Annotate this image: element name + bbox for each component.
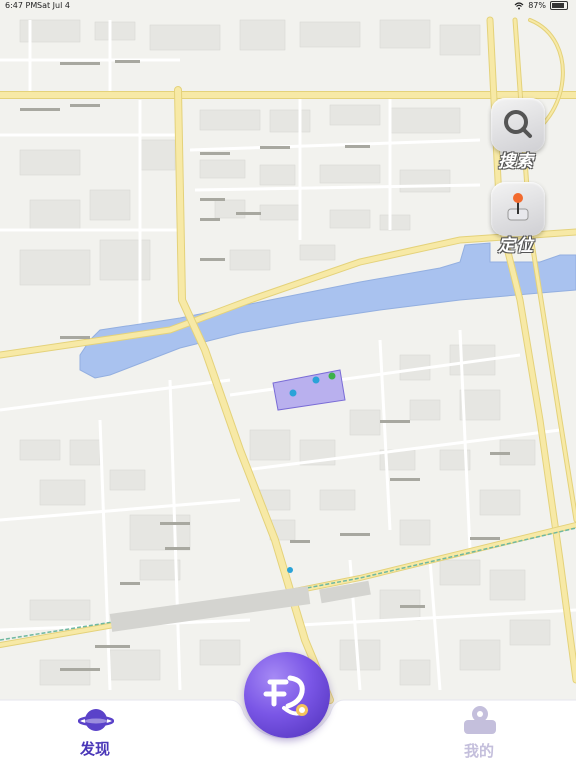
tab-discover-label[interactable]: 发现 [80, 738, 110, 759]
status-date: Sat Jul 4 [37, 1, 70, 10]
battery-icon [550, 1, 568, 10]
location-pin-icon [507, 193, 529, 221]
search-button[interactable] [491, 98, 545, 152]
center-action-button[interactable] [244, 652, 330, 738]
locate-label[interactable]: 定位 [498, 231, 534, 256]
battery-percent: 87% [528, 1, 546, 10]
tab-discover[interactable] [77, 706, 115, 736]
search-label[interactable]: 搜索 [498, 147, 534, 172]
tab-mine-label[interactable]: 我的 [464, 740, 494, 761]
status-time: 6:47 PM [5, 1, 38, 10]
status-right: 87% [514, 1, 568, 10]
wifi-icon [514, 1, 524, 9]
locate-button[interactable] [491, 182, 545, 236]
connect-icon [263, 675, 308, 716]
user-icon [464, 706, 496, 734]
tab-mine[interactable] [462, 704, 498, 736]
search-icon [504, 110, 532, 138]
status-bar: 6:47 PM Sat Jul 4 87% [0, 0, 576, 14]
planet-icon [77, 709, 115, 731]
